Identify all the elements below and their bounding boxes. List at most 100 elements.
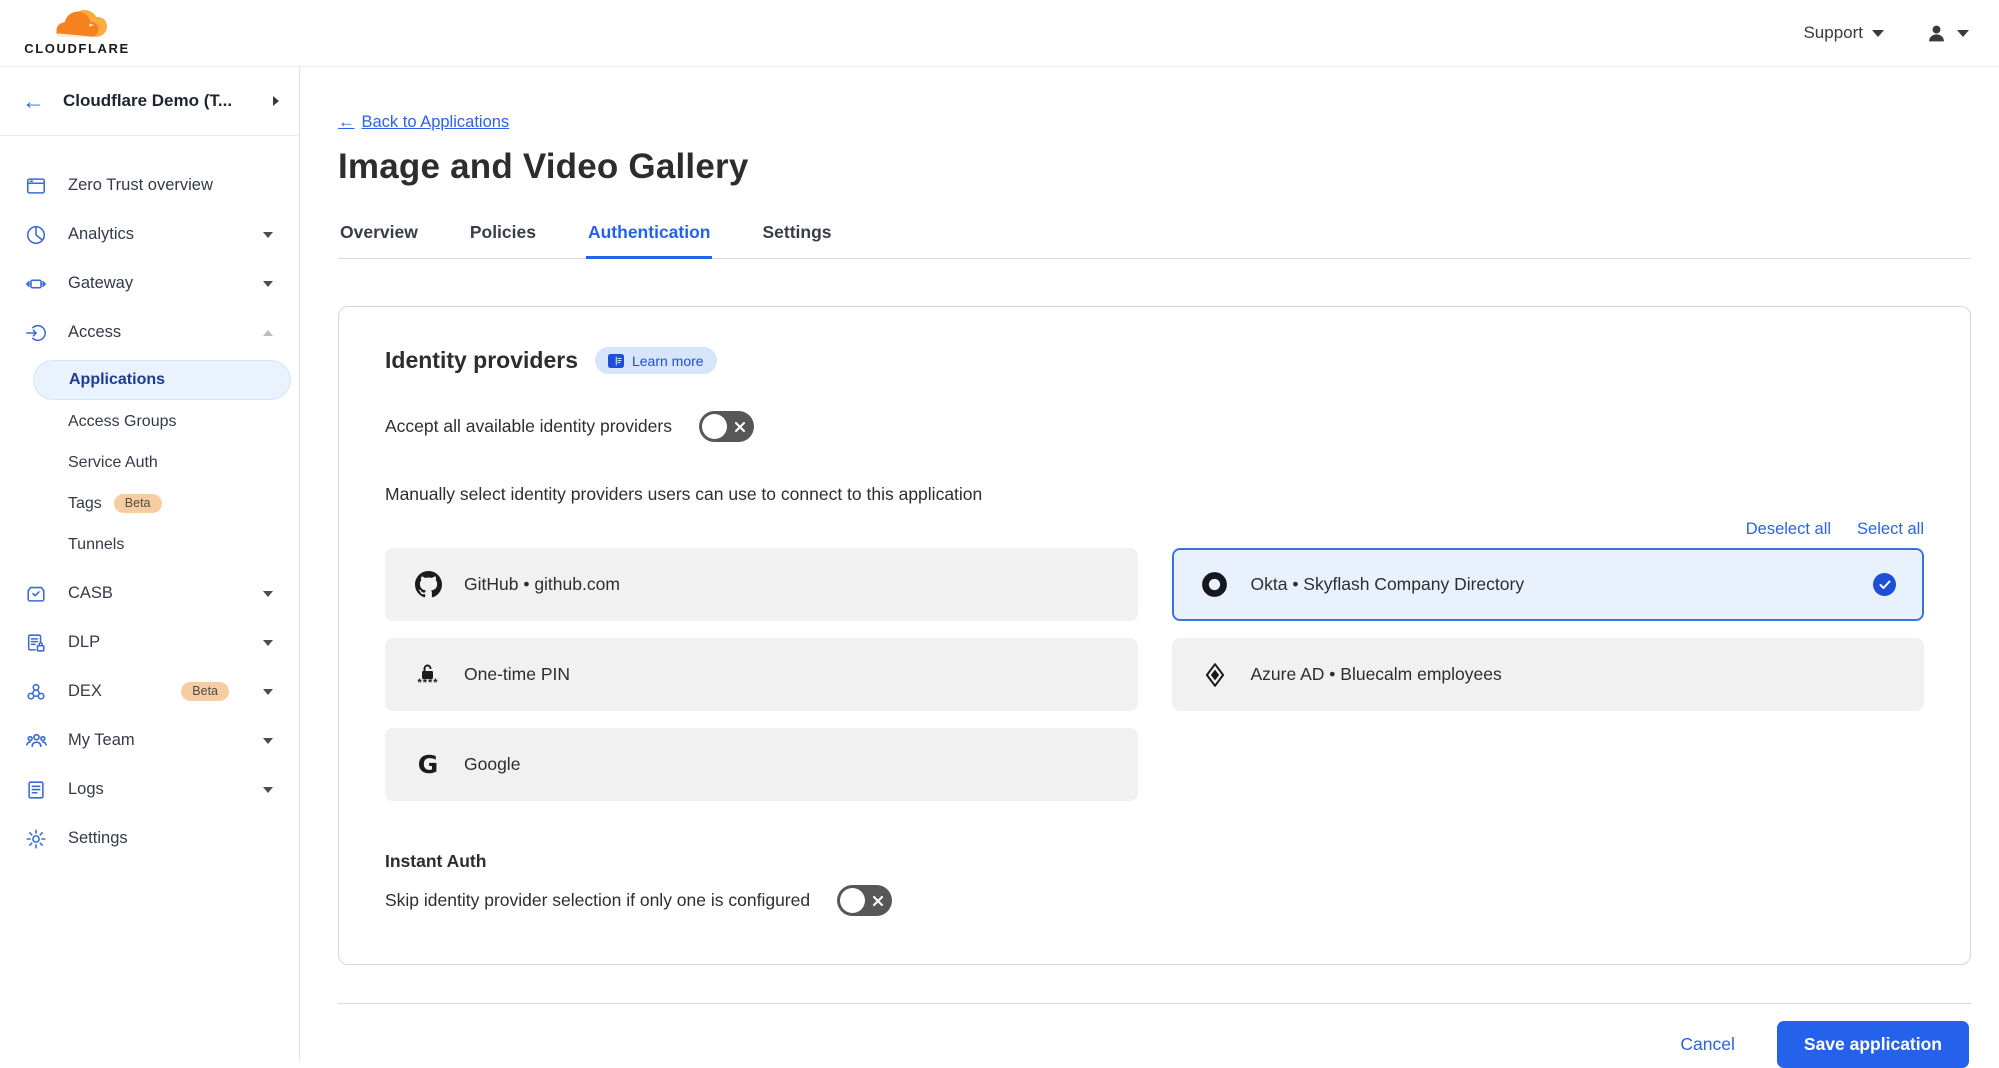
provider-label: GitHub • github.com	[464, 574, 620, 595]
back-link-label: Back to Applications	[362, 113, 510, 132]
chevron-right-icon[interactable]	[273, 96, 279, 106]
provider-tile-one-time-pin[interactable]: **** One-time PIN	[385, 638, 1138, 711]
gear-icon	[24, 827, 48, 851]
chevron-down-icon	[1957, 30, 1969, 37]
main-content: ← Back to Applications Image and Video G…	[300, 67, 1999, 1068]
provider-label: Google	[464, 754, 520, 775]
select-all-link[interactable]: Select all	[1857, 520, 1924, 539]
sidebar-item-tunnels[interactable]: Tunnels	[0, 524, 299, 565]
sidebar-item-label: Zero Trust overview	[68, 176, 273, 195]
x-icon	[734, 421, 746, 433]
sidebar-item-access-groups[interactable]: Access Groups	[0, 401, 299, 442]
tab-bar: Overview Policies Authentication Setting…	[338, 212, 1971, 259]
sidebar-item-label: Tunnels	[68, 536, 124, 554]
tab-overview[interactable]: Overview	[338, 212, 420, 259]
page-title: Image and Video Gallery	[338, 147, 1971, 187]
tab-policies[interactable]: Policies	[468, 212, 538, 259]
sidebar-item-applications[interactable]: Applications	[33, 360, 291, 400]
sidebar-item-gateway[interactable]: Gateway	[0, 259, 299, 308]
support-label: Support	[1803, 23, 1863, 43]
sidebar-item-label: Tags	[68, 495, 102, 513]
sidebar-item-settings[interactable]: Settings	[0, 814, 299, 863]
pie-chart-icon	[24, 223, 48, 247]
sidebar-item-casb[interactable]: CASB	[0, 569, 299, 618]
instant-auth-label: Skip identity provider selection if only…	[385, 890, 810, 911]
provider-tile-azure-ad[interactable]: Azure AD • Bluecalm employees	[1172, 638, 1925, 711]
back-arrow-icon[interactable]: ←	[22, 90, 45, 113]
sidebar-item-label: Service Auth	[68, 454, 158, 472]
sidebar-nav: Zero Trust overview Analytics Gateway Ac…	[0, 136, 299, 863]
window-icon	[24, 174, 48, 198]
identity-providers-card: Identity providers Learn more Accept all…	[338, 306, 1971, 965]
cloudflare-logo[interactable]: CLOUDFLARE	[14, 10, 140, 56]
cancel-button[interactable]: Cancel	[1680, 1034, 1734, 1055]
tab-authentication[interactable]: Authentication	[586, 212, 713, 259]
chevron-down-icon[interactable]	[263, 738, 273, 744]
people-icon	[24, 729, 48, 753]
instant-auth-toggle[interactable]	[837, 885, 892, 916]
box-check-icon	[24, 582, 48, 606]
access-subnav: Applications Access Groups Service Auth …	[0, 357, 299, 569]
sidebar-item-label: Settings	[68, 829, 273, 848]
sidebar-item-dlp[interactable]: DLP	[0, 618, 299, 667]
sidebar-item-label: CASB	[68, 584, 243, 603]
learn-more-badge[interactable]: Learn more	[595, 347, 717, 374]
document-lock-icon	[24, 631, 48, 655]
pin-asterisks: ****	[417, 681, 438, 686]
book-icon	[608, 354, 624, 368]
toggle-knob	[702, 414, 727, 439]
card-heading: Identity providers	[385, 347, 578, 374]
provider-tile-okta[interactable]: Okta • Skyflash Company Directory	[1172, 548, 1925, 621]
sidebar-item-label: Logs	[68, 780, 243, 799]
user-menu[interactable]	[1926, 23, 1969, 44]
provider-tile-github[interactable]: GitHub • github.com	[385, 548, 1138, 621]
beta-badge: Beta	[181, 682, 229, 701]
chevron-down-icon[interactable]	[263, 689, 273, 695]
accept-all-label: Accept all available identity providers	[385, 416, 672, 437]
cloudflare-cloud-icon	[44, 10, 110, 40]
sidebar-item-tags[interactable]: Tags Beta	[0, 483, 299, 524]
chevron-down-icon	[1872, 30, 1884, 37]
tab-settings[interactable]: Settings	[760, 212, 833, 259]
chevron-down-icon[interactable]	[263, 591, 273, 597]
chevron-up-icon[interactable]	[263, 330, 273, 336]
top-bar: CLOUDFLARE Support	[0, 0, 1999, 67]
back-arrow-icon: ←	[338, 113, 355, 132]
accept-all-toggle[interactable]	[699, 411, 754, 442]
account-name[interactable]: Cloudflare Demo (T...	[63, 91, 255, 111]
google-icon: G	[413, 752, 443, 777]
topbar-right: Support	[1803, 23, 1969, 44]
gateway-icon	[24, 272, 48, 296]
chevron-down-icon[interactable]	[263, 640, 273, 646]
sidebar: ← Cloudflare Demo (T... Zero Trust overv…	[0, 67, 300, 1061]
sidebar-item-label: Gateway	[68, 274, 243, 293]
deselect-all-link[interactable]: Deselect all	[1746, 520, 1831, 539]
provider-tile-google[interactable]: G Google	[385, 728, 1138, 801]
sidebar-item-zero-trust-overview[interactable]: Zero Trust overview	[0, 161, 299, 210]
support-menu[interactable]: Support	[1803, 23, 1884, 43]
sidebar-item-service-auth[interactable]: Service Auth	[0, 442, 299, 483]
azure-ad-icon	[1200, 662, 1230, 688]
back-to-applications-link[interactable]: ← Back to Applications	[338, 113, 509, 132]
sidebar-item-label: My Team	[68, 731, 243, 750]
one-time-pin-lock-icon: ****	[413, 664, 443, 686]
sidebar-item-analytics[interactable]: Analytics	[0, 210, 299, 259]
chevron-down-icon[interactable]	[263, 232, 273, 238]
chevron-down-icon[interactable]	[263, 281, 273, 287]
sidebar-item-logs[interactable]: Logs	[0, 765, 299, 814]
sidebar-item-my-team[interactable]: My Team	[0, 716, 299, 765]
github-icon	[413, 571, 443, 598]
provider-label: Okta • Skyflash Company Directory	[1251, 574, 1525, 595]
provider-label: Azure AD • Bluecalm employees	[1251, 664, 1502, 685]
provider-tiles: GitHub • github.com Okta • Skyflash Comp…	[385, 548, 1924, 801]
sidebar-item-label: Access	[68, 323, 243, 342]
selected-check-icon	[1873, 573, 1896, 596]
sidebar-item-label: DLP	[68, 633, 243, 652]
chevron-down-icon[interactable]	[263, 787, 273, 793]
sidebar-item-dex[interactable]: DEX Beta	[0, 667, 299, 716]
sidebar-item-access[interactable]: Access	[0, 308, 299, 357]
user-icon	[1926, 23, 1947, 44]
toggle-knob	[840, 888, 865, 913]
instant-auth-heading: Instant Auth	[385, 851, 1924, 872]
manual-select-text: Manually select identity providers users…	[385, 484, 1924, 505]
